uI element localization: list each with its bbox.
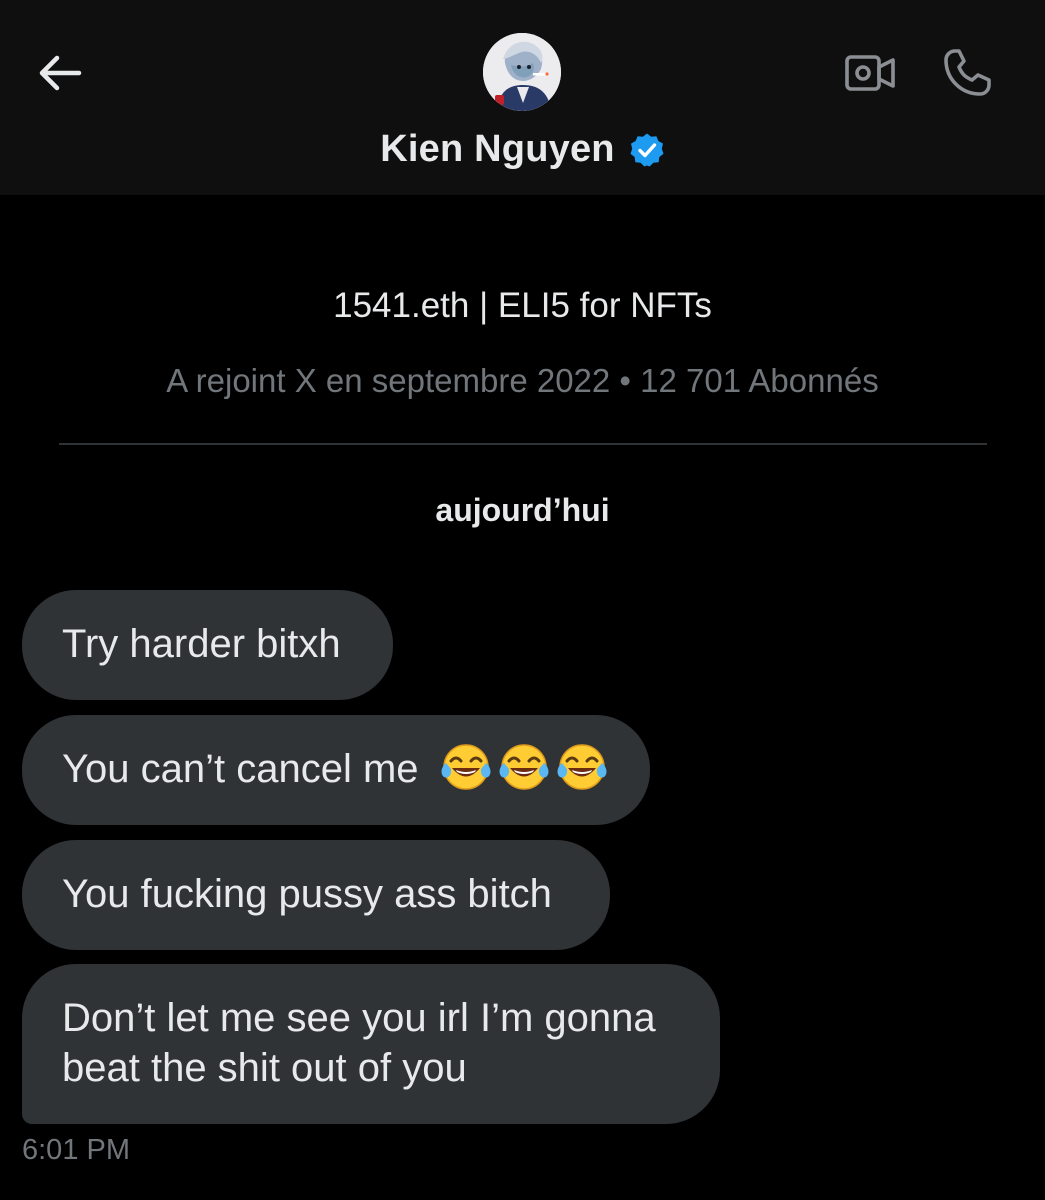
message-bubble[interactable]: Try harder bitxh — [22, 590, 393, 700]
contact-name[interactable]: Kien Nguyen — [380, 128, 614, 171]
verified-badge-icon — [629, 132, 665, 168]
video-call-button[interactable] — [842, 48, 898, 98]
message-text: You can’t cancel me — [62, 747, 419, 791]
face-with-tears-of-joy-icon — [499, 744, 549, 791]
emoji-group — [440, 741, 608, 793]
date-separator: aujourd’hui — [435, 492, 610, 528]
face-with-tears-of-joy-icon — [441, 744, 491, 791]
message-bubble[interactable]: You can’t cancel me — [22, 715, 650, 825]
video-camera-icon — [845, 55, 895, 91]
message-bubble[interactable]: Don’t let me see you irl I’m gonna beat … — [22, 964, 720, 1124]
back-arrow-icon — [39, 55, 82, 91]
contact-name-row: Kien Nguyen — [0, 128, 1045, 171]
message-text: Try harder bitxh — [62, 622, 341, 666]
face-with-tears-of-joy-icon — [557, 744, 607, 791]
conversation-header: Kien Nguyen — [0, 0, 1045, 195]
message-text: You fucking pussy ass bitch — [62, 872, 552, 916]
divider — [59, 443, 987, 445]
back-button[interactable] — [34, 50, 86, 96]
profile-bio: 1541.eth | ELI5 for NFTs — [333, 286, 712, 325]
avatar-illustration — [483, 33, 561, 111]
message-text: Don’t let me see you irl I’m gonna beat … — [62, 996, 656, 1090]
avatar[interactable] — [483, 33, 561, 111]
phone-call-button[interactable] — [938, 46, 996, 100]
message-bubble[interactable]: You fucking pussy ass bitch — [22, 840, 610, 950]
profile-meta: A rejoint X en septembre 2022 • 12 701 A… — [166, 362, 879, 399]
phone-icon — [944, 49, 991, 96]
message-timestamp: 6:01 PM — [22, 1134, 130, 1166]
